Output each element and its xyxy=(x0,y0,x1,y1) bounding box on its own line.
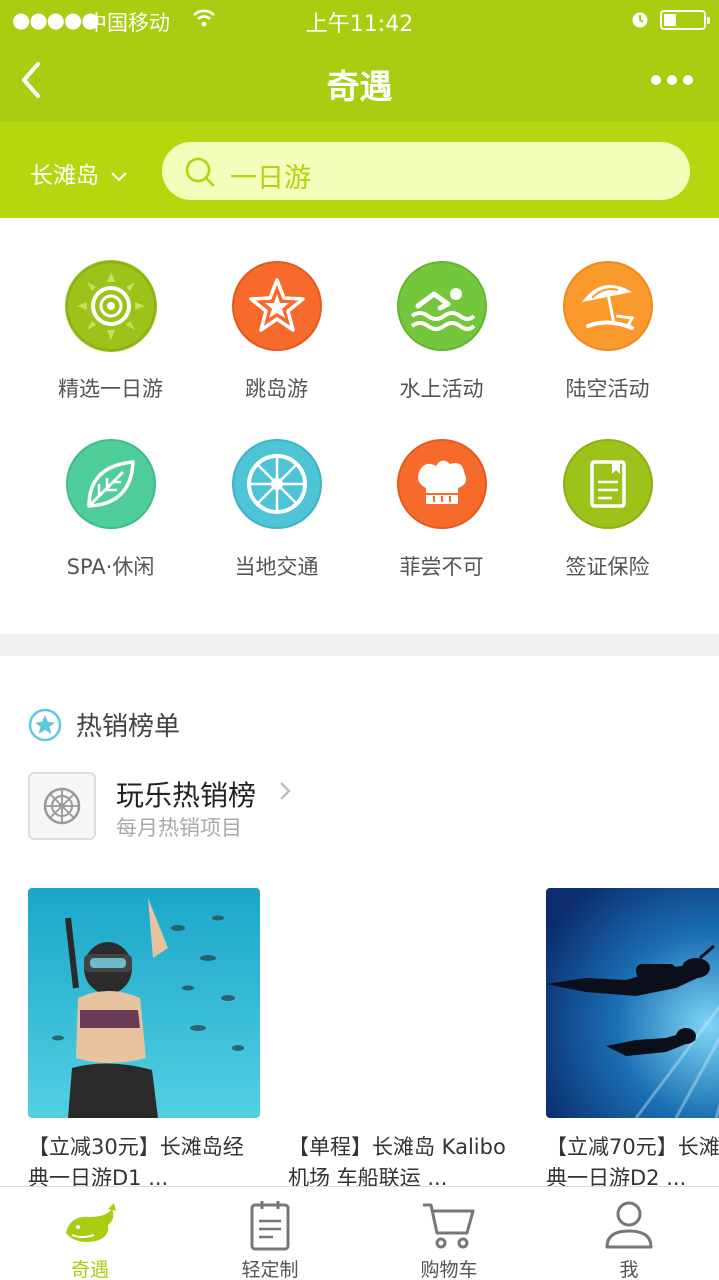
chef-hat-icon xyxy=(396,438,488,530)
tab-label: 我 xyxy=(619,1259,639,1280)
wheel-icon xyxy=(231,438,323,530)
user-icon xyxy=(605,1201,653,1249)
tab-label: 轻定制 xyxy=(241,1259,299,1280)
category-item-land-air-activities[interactable]: 陆空活动 xyxy=(525,260,690,420)
chevron-right-icon xyxy=(280,782,291,800)
hot-ranking-link[interactable]: 玩乐热销榜 每月热销项目 xyxy=(28,772,428,842)
category-label: 当地交通 xyxy=(234,555,319,579)
tab-custom[interactable]: 轻定制 xyxy=(180,1187,360,1280)
beach-umbrella-icon xyxy=(562,260,654,352)
city-name: 长滩岛 xyxy=(30,163,99,189)
product-card[interactable]: 【单程】长滩岛 Kalibo机场 车船联运 ... xyxy=(288,888,520,1188)
snorkel-photo xyxy=(28,888,260,1118)
leaf-icon xyxy=(65,438,157,530)
page-title: 奇遇 xyxy=(326,67,393,106)
wheel-icon xyxy=(43,787,81,825)
swimmer-icon xyxy=(396,260,488,352)
search-placeholder: 一日游 xyxy=(230,163,311,194)
ranking-title: 玩乐热销榜 xyxy=(116,779,257,812)
category-label: 陆空活动 xyxy=(565,377,650,401)
product-title: 【立减70元】长滩岛经典一日游D2 ... xyxy=(546,1135,719,1188)
product-card[interactable]: 【立减70元】长滩岛经典一日游D2 ... xyxy=(546,888,719,1188)
category-item-food[interactable]: 菲尝不可 xyxy=(359,438,524,598)
tab-me[interactable]: 我 xyxy=(539,1187,719,1280)
product-card[interactable]: 【立减30元】长滩岛经典一日游D1 ... xyxy=(28,888,260,1188)
battery-icon xyxy=(660,10,710,30)
category-label: SPA·休闲 xyxy=(66,555,155,579)
tab-encounter[interactable]: 奇遇 xyxy=(0,1187,180,1280)
product-title: 【单程】长滩岛 Kalibo机场 车船联运 ... xyxy=(288,1135,506,1188)
document-icon xyxy=(562,438,654,530)
tab-cart[interactable]: 购物车 xyxy=(359,1187,539,1280)
category-label: 菲尝不可 xyxy=(399,555,484,579)
ranking-thumbnail xyxy=(28,772,96,840)
category-item-visa-insurance[interactable]: 签证保险 xyxy=(525,438,690,598)
diver-photo xyxy=(546,888,719,1118)
category-item-spa[interactable]: SPA·休闲 xyxy=(28,438,193,598)
category-label: 水上活动 xyxy=(399,377,484,401)
status-bar: ●●●●● 中国移动 上午11:42 xyxy=(0,0,719,40)
city-selector[interactable]: 长滩岛 xyxy=(30,156,128,190)
category-label: 签证保险 xyxy=(565,555,650,579)
product-title: 【立减30元】长滩岛经典一日游D1 ... xyxy=(28,1135,244,1188)
tab-bar: 奇遇 轻定制 购物车 我 xyxy=(0,1186,719,1280)
search-icon xyxy=(185,157,215,187)
section-title: 热销榜单 xyxy=(76,712,181,742)
more-options-icon[interactable] xyxy=(648,66,696,94)
search-bar: 长滩岛 一日游 xyxy=(0,122,719,218)
alarm-icon xyxy=(632,12,648,28)
star-badge-icon xyxy=(28,708,62,742)
chevron-down-icon xyxy=(111,171,128,182)
category-item-local-transport[interactable]: 当地交通 xyxy=(194,438,359,598)
category-item-day-tour[interactable]: 精选一日游 xyxy=(28,260,193,420)
whale-icon xyxy=(66,1203,116,1242)
category-item-island-hopping[interactable]: 跳岛游 xyxy=(194,260,359,420)
header: ●●●●● 中国移动 上午11:42 奇遇 xyxy=(0,0,719,122)
tab-label: 购物车 xyxy=(420,1259,478,1280)
cart-icon xyxy=(423,1203,475,1249)
clock: 上午11:42 xyxy=(305,12,414,37)
blank-photo xyxy=(288,888,520,1118)
category-label: 跳岛游 xyxy=(245,377,308,401)
section-divider xyxy=(0,634,719,656)
clipboard-icon xyxy=(250,1201,290,1251)
category-grid: 精选一日游 跳岛游 水上活动 陆空活动 SPA·休闲 当地交通 菲尝不可 签证保… xyxy=(0,218,719,634)
category-item-water-activities[interactable]: 水上活动 xyxy=(359,260,524,420)
tab-label: 奇遇 xyxy=(70,1259,109,1280)
star-icon xyxy=(231,260,323,352)
search-input[interactable]: 一日游 xyxy=(162,142,690,200)
product-carousel[interactable]: 【立减30元】长滩岛经典一日游D1 ... 【单程】长滩岛 Kalibo机场 车… xyxy=(0,888,719,1188)
sun-target-icon xyxy=(65,260,157,352)
category-label: 精选一日游 xyxy=(58,377,163,401)
ranking-subtitle: 每月热销项目 xyxy=(116,816,242,840)
